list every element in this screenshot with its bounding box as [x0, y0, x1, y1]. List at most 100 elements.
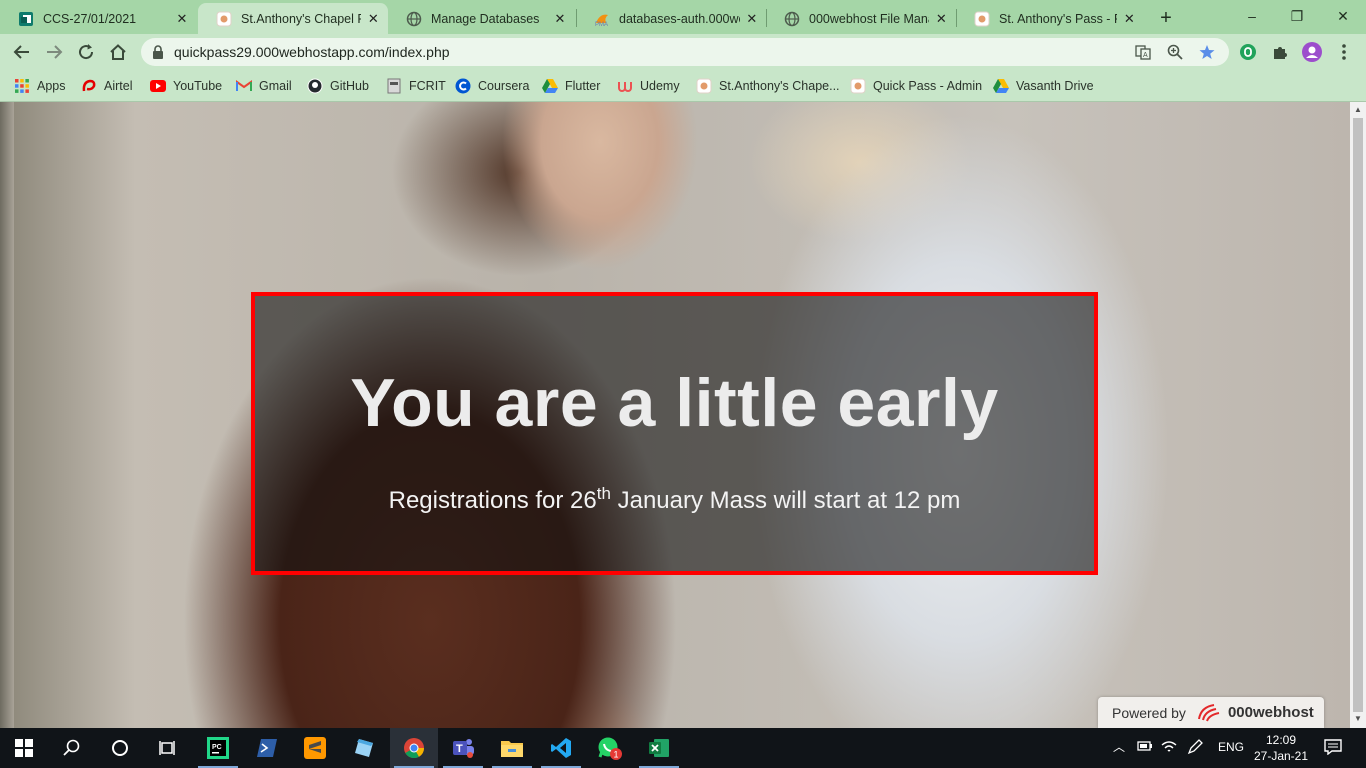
- site-favicon-icon: [974, 11, 990, 27]
- windows-start-icon[interactable]: [0, 728, 48, 768]
- notification-icon[interactable]: [1324, 739, 1342, 758]
- sublime-text-icon[interactable]: [291, 728, 339, 768]
- chevron-up-icon[interactable]: ︿: [1113, 738, 1125, 755]
- youtube-icon: [150, 78, 166, 94]
- cortana-icon[interactable]: [96, 728, 144, 768]
- bookmark-chapel[interactable]: St.Anthony's Chape...: [696, 75, 840, 97]
- chrome-icon[interactable]: [390, 728, 438, 768]
- bookmark-airtel[interactable]: Airtel: [81, 75, 132, 97]
- scroll-down-icon[interactable]: ▼: [1354, 714, 1362, 723]
- scroll-up-icon[interactable]: ▲: [1354, 105, 1362, 114]
- scroll-thumb[interactable]: [1353, 118, 1363, 712]
- address-bar[interactable]: quickpass29.000webhostapp.com/index.php …: [141, 38, 1229, 66]
- profile-avatar-icon[interactable]: [1301, 41, 1323, 63]
- notice-heading: You are a little early: [350, 365, 999, 441]
- clock-time: 12:09: [1265, 733, 1297, 747]
- back-button[interactable]: [10, 40, 34, 64]
- clock[interactable]: 12:09 27-Jan-21: [1247, 732, 1315, 764]
- teams-icon[interactable]: T: [439, 728, 487, 768]
- bookmark-quick-pass-admin[interactable]: Quick Pass - Admin: [850, 75, 982, 97]
- forward-button[interactable]: [42, 40, 66, 64]
- reload-button[interactable]: [74, 40, 98, 64]
- url-text[interactable]: quickpass29.000webhostapp.com/index.php: [174, 44, 450, 60]
- powered-by-brand: 000webhost: [1227, 704, 1314, 721]
- powered-by-badge[interactable]: Powered by 000webhost: [1098, 697, 1324, 728]
- bookmark-youtube[interactable]: YouTube: [150, 75, 222, 97]
- notepad-icon[interactable]: [340, 728, 388, 768]
- task-view-icon[interactable]: [144, 728, 192, 768]
- translate-icon[interactable]: A: [1135, 44, 1151, 60]
- bookmark-udemy[interactable]: Udemy: [617, 75, 680, 97]
- drive-icon: [542, 78, 558, 94]
- github-icon: [307, 78, 323, 94]
- whatsapp-icon[interactable]: 1: [586, 728, 634, 768]
- drive-icon: [993, 78, 1009, 94]
- vertical-scrollbar[interactable]: ▲ ▼: [1350, 102, 1366, 728]
- svg-text:PC: PC: [212, 744, 222, 751]
- home-button[interactable]: [106, 40, 130, 64]
- star-icon[interactable]: [1199, 44, 1215, 60]
- excel-icon[interactable]: [635, 728, 683, 768]
- zoom-icon[interactable]: [1167, 44, 1183, 60]
- subtitle-ordinal: th: [596, 484, 611, 503]
- bookmark-label: Coursera: [478, 79, 530, 93]
- globe-icon: [784, 11, 800, 27]
- vscode-icon[interactable]: [537, 728, 585, 768]
- tab-title: St.Anthony's Chapel Pass: [241, 11, 361, 26]
- bookmark-label: GitHub: [330, 79, 369, 93]
- pycharm-icon[interactable]: PC: [194, 728, 242, 768]
- phpmyadmin-icon: PMA: [594, 11, 610, 27]
- wifi-icon[interactable]: [1161, 739, 1177, 756]
- udemy-icon: [617, 78, 633, 94]
- bookmark-github[interactable]: GitHub: [307, 75, 369, 97]
- extensions-puzzle-icon[interactable]: [1269, 41, 1291, 63]
- airtel-icon: [81, 78, 97, 94]
- tab-pass-print[interactable]: St. Anthony's Pass - Print ✕: [956, 3, 1144, 34]
- bookmark-gmail[interactable]: Gmail: [236, 75, 292, 97]
- subtitle-text-rest: January Mass will start at 12 pm: [610, 487, 961, 514]
- forms-icon: [18, 11, 34, 27]
- search-icon[interactable]: [48, 728, 96, 768]
- bookmark-vasanth-drive[interactable]: Vasanth Drive: [993, 75, 1094, 97]
- pen-icon[interactable]: [1187, 739, 1203, 758]
- menu-kebab-icon[interactable]: [1333, 41, 1355, 63]
- globe-icon: [406, 11, 422, 27]
- close-icon[interactable]: ✕: [174, 11, 190, 27]
- language-indicator[interactable]: ENG: [1218, 740, 1244, 754]
- bookmark-coursera[interactable]: Coursera: [455, 75, 529, 97]
- bookmark-fcrit[interactable]: FCRIT: [386, 75, 446, 97]
- close-icon[interactable]: ✕: [367, 11, 380, 27]
- tab-ccs[interactable]: CCS-27/01/2021 ✕: [0, 3, 198, 34]
- close-icon[interactable]: ✕: [935, 11, 948, 27]
- powershell-icon[interactable]: [243, 728, 291, 768]
- svg-text:A: A: [1143, 52, 1148, 59]
- new-tab-button[interactable]: +: [1156, 7, 1176, 30]
- tab-chapel-pass[interactable]: St.Anthony's Chapel Pass ✕: [198, 3, 388, 34]
- close-icon[interactable]: ✕: [746, 11, 758, 27]
- close-icon[interactable]: ✕: [552, 11, 568, 27]
- arrow-right-icon: [47, 45, 63, 59]
- bookmark-apps[interactable]: Apps: [14, 75, 66, 97]
- tab-separator: [766, 9, 767, 27]
- bookmark-flutter[interactable]: Flutter: [542, 75, 600, 97]
- tab-separator: [956, 9, 957, 27]
- 000webhost-logo-icon: [1196, 703, 1222, 723]
- bookmarks-bar: Apps Airtel YouTube Gmail GitHub FCRIT C…: [0, 70, 1366, 102]
- dashlane-extension-icon[interactable]: [1237, 41, 1259, 63]
- powered-by-label: Powered by: [1112, 704, 1186, 721]
- svg-text:PMA: PMA: [595, 22, 608, 27]
- file-explorer-icon[interactable]: [488, 728, 536, 768]
- restore-button[interactable]: ❐: [1274, 4, 1320, 28]
- lock-icon[interactable]: [150, 44, 166, 60]
- bookmark-label: Vasanth Drive: [1016, 79, 1094, 93]
- minimize-button[interactable]: –: [1229, 4, 1275, 28]
- tab-manage-databases[interactable]: Manage Databases ✕: [388, 3, 576, 34]
- close-window-button[interactable]: ✕: [1320, 4, 1366, 28]
- bookmark-label: Quick Pass - Admin: [873, 79, 983, 93]
- tab-phpmyadmin[interactable]: PMA databases-auth.000webhost ✕: [576, 3, 766, 34]
- tab-file-manager[interactable]: 000webhost File Manager ✕: [766, 3, 956, 34]
- close-icon[interactable]: ✕: [1123, 11, 1136, 27]
- battery-icon[interactable]: [1137, 739, 1153, 756]
- home-icon: [110, 44, 126, 60]
- bookmark-label: FCRIT: [409, 79, 446, 93]
